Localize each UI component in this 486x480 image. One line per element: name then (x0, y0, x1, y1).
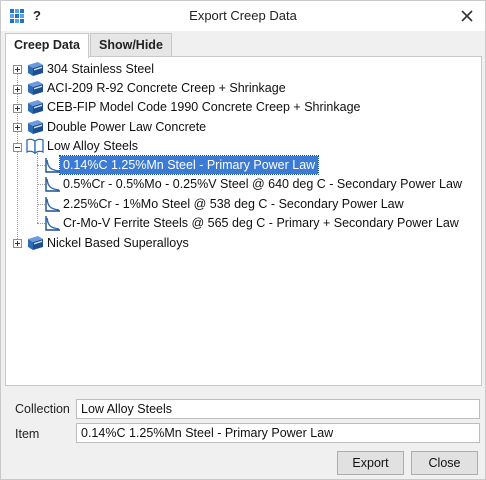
expand-toggle[interactable] (13, 65, 22, 74)
tree-connector (37, 153, 38, 223)
item-field[interactable] (76, 423, 480, 443)
close-icon (461, 10, 473, 22)
expand-toggle[interactable] (13, 104, 22, 113)
title-bar: ? Export Creep Data (1, 1, 485, 31)
tab-bar: Creep Data Show/Hide (5, 33, 173, 58)
collapse-toggle[interactable] (13, 143, 22, 152)
tree-node-double-power-law-concrete[interactable]: Double Power Law Concrete (47, 118, 206, 136)
creep-curve-icon (45, 158, 60, 173)
close-button[interactable]: Close (411, 451, 478, 475)
creep-curve-icon (45, 216, 60, 231)
window-title: Export Creep Data (189, 8, 297, 23)
tree-node-014c-125mn-steel[interactable]: 0.14%C 1.25%Mn Steel - Primary Power Law (58, 155, 320, 175)
tree-connector (17, 71, 18, 243)
tree-node-05cr-05mo-025v-steel[interactable]: 0.5%Cr - 0.5%Mo - 0.25%V Steel @ 640 deg… (63, 175, 462, 193)
item-label: Item (15, 427, 40, 441)
tab-creep-data[interactable]: Creep Data (5, 33, 89, 58)
tree-node-aci-209[interactable]: ACI-209 R-92 Concrete Creep + Shrinkage (47, 79, 286, 97)
book-icon (28, 236, 43, 250)
collection-label: Collection (15, 402, 70, 416)
tab-show-hide[interactable]: Show/Hide (90, 33, 172, 57)
open-book-icon (26, 138, 44, 155)
expand-toggle[interactable] (13, 239, 22, 248)
export-creep-data-dialog: ? Export Creep Data Creep Data Show/Hide… (0, 0, 486, 480)
tree-node-304-stainless-steel[interactable]: 304 Stainless Steel (47, 60, 154, 78)
book-icon (28, 120, 43, 134)
tree-node-nickel-based-superalloys[interactable]: Nickel Based Superalloys (47, 234, 189, 252)
book-icon (28, 62, 43, 76)
collection-field[interactable] (76, 399, 480, 419)
expand-toggle[interactable] (13, 85, 22, 94)
tree-node-225cr-1mo-steel[interactable]: 2.25%Cr - 1%Mo Steel @ 538 deg C - Secon… (63, 195, 404, 213)
tree-node-ceb-fip[interactable]: CEB-FIP Model Code 1990 Concrete Creep +… (47, 98, 360, 116)
export-button[interactable]: Export (337, 451, 404, 475)
creep-curve-icon (45, 197, 60, 212)
creep-curve-icon (45, 177, 60, 192)
book-icon (28, 100, 43, 114)
creep-data-tree[interactable]: 304 Stainless Steel ACI-209 R-92 Concret… (5, 56, 482, 386)
close-window-button[interactable] (457, 6, 477, 26)
tree-node-cr-mo-v-ferrite-steels[interactable]: Cr-Mo-V Ferrite Steels @ 565 deg C - Pri… (63, 214, 459, 232)
tree-node-low-alloy-steels[interactable]: Low Alloy Steels (47, 137, 138, 155)
book-icon (28, 81, 43, 95)
expand-toggle[interactable] (13, 123, 22, 132)
